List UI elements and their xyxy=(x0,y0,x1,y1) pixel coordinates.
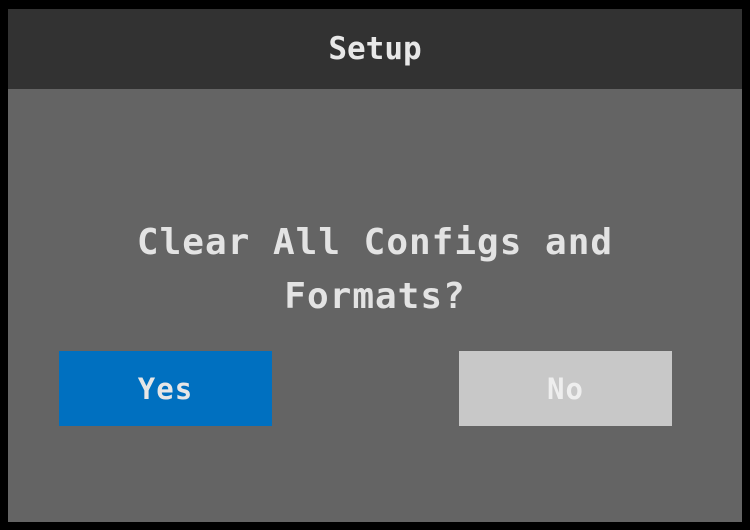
no-button[interactable]: No xyxy=(459,351,672,426)
confirm-message-line-2: Formats? xyxy=(284,276,466,317)
no-button-label: No xyxy=(547,371,584,406)
header-bar: Setup xyxy=(8,9,742,89)
page-title: Setup xyxy=(328,31,422,67)
confirm-message: Clear All Configs and Formats? xyxy=(8,216,742,324)
setup-screen: Setup Clear All Configs and Formats? Yes… xyxy=(0,0,750,530)
confirm-message-line-1: Clear All Configs and xyxy=(136,222,614,263)
yes-button-label: Yes xyxy=(137,371,194,406)
yes-button[interactable]: Yes xyxy=(59,351,272,426)
